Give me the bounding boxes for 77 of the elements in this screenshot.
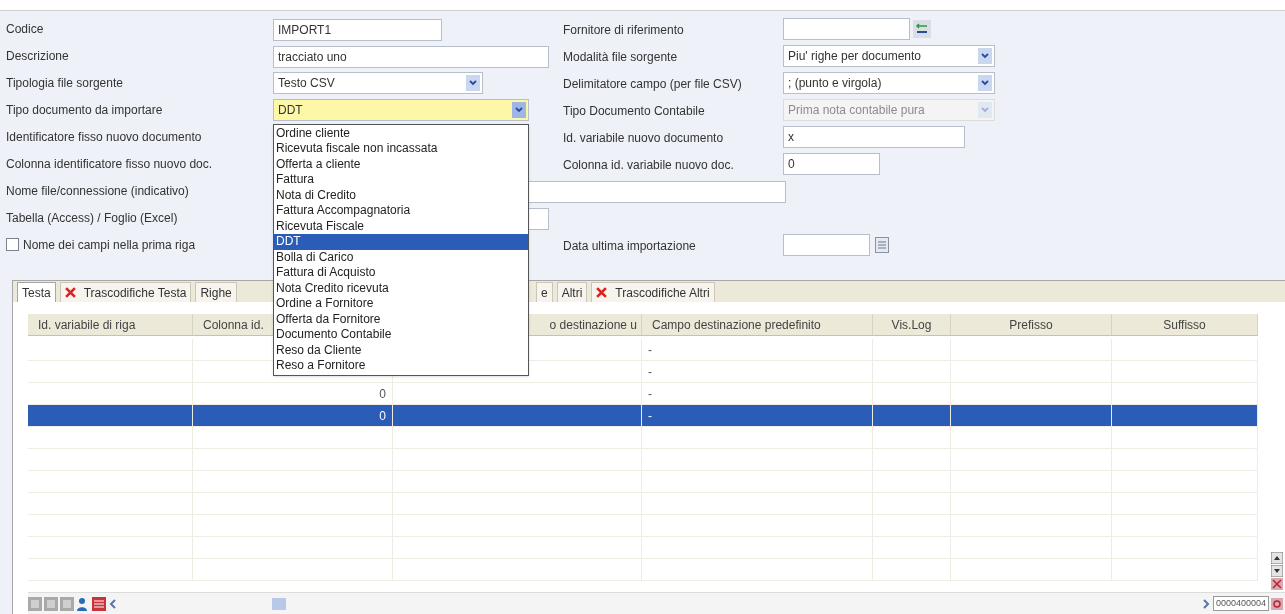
checkbox[interactable]	[6, 238, 19, 251]
list-icon[interactable]	[92, 596, 106, 611]
dropdown-option[interactable]: Reso da Cliente	[274, 342, 528, 358]
person-icon[interactable]	[76, 596, 90, 611]
dropdown-option[interactable]: Nota di Credito	[274, 187, 528, 203]
field-label: Delimitatore campo (per file CSV)	[563, 76, 742, 91]
column-header[interactable]: o destinazione u	[549, 315, 637, 334]
select-field[interactable]: Testo CSV	[273, 71, 483, 94]
dropdown-option[interactable]: Ricevuta Fiscale	[274, 218, 528, 234]
field-label: Colonna identificatore fisso nuovo doc.	[6, 155, 213, 173]
date-field[interactable]	[783, 233, 870, 256]
select-field[interactable]: DDT	[273, 98, 529, 121]
scroll-down-icon[interactable]	[1271, 565, 1283, 577]
select-field[interactable]: ; (punto e virgola)	[783, 71, 995, 94]
field-label: Tipo documento da importare	[6, 101, 163, 119]
calendar-icon[interactable]	[875, 236, 889, 253]
dropdown-option[interactable]: Ricevuta fiscale non incassata	[274, 141, 528, 157]
field-label: Tipo Documento Contabile	[563, 103, 705, 118]
dropdown-option[interactable]: Ordine a Fornitore	[274, 296, 528, 312]
dropdown-option[interactable]: Nota Credito ricevuta	[274, 280, 528, 296]
field-label: Nome file/connessione (indicativo)	[6, 182, 189, 200]
text-field[interactable]: tracciato uno	[273, 45, 549, 68]
dropdown-option[interactable]: Bolla di Carico	[274, 249, 528, 265]
tab[interactable]: e	[536, 282, 553, 302]
tab[interactable]: Trascodifiche Altri	[591, 282, 715, 302]
text-field[interactable]: x	[783, 125, 965, 148]
table-cell-text: -	[648, 363, 652, 381]
field-label: Nome dei campi nella prima riga	[23, 236, 196, 254]
scroll-thumb-icon[interactable]	[272, 597, 286, 610]
column-header[interactable]: Vis.Log	[891, 315, 932, 334]
dropdown-option[interactable]: Ordine cliente	[274, 125, 528, 141]
table-cell-text: -	[648, 385, 652, 403]
dropdown-option[interactable]: Fattura	[274, 172, 528, 188]
dropdown-option[interactable]: Fattura di Acquisto	[274, 265, 528, 281]
column-header[interactable]: Campo destinazione predefinito	[652, 315, 821, 334]
tab[interactable]: Testa	[17, 282, 56, 302]
column-header[interactable]: Prefisso	[1009, 315, 1053, 334]
dropdown-option[interactable]: DDT	[274, 234, 528, 250]
toolbar-icon[interactable]	[28, 596, 42, 611]
field-label: Fornitore di riferimento	[563, 22, 684, 37]
scroll-left-icon[interactable]	[108, 597, 118, 610]
table-cell-text: 0	[379, 385, 386, 403]
toolbar-icon[interactable]	[44, 596, 58, 611]
close-icon	[596, 287, 608, 298]
column-header[interactable]: Suffisso	[1163, 315, 1206, 334]
text-field[interactable]: IMPORT1	[273, 18, 442, 41]
text-field[interactable]: 0	[783, 152, 880, 175]
scroll-up-icon[interactable]	[1271, 552, 1283, 564]
close-icon	[64, 287, 76, 298]
scroll-right-icon[interactable]	[1200, 597, 1211, 610]
tab[interactable]: Trascodifiche Testa	[59, 282, 192, 302]
record-number-field[interactable]: 0000400004	[1212, 595, 1269, 612]
field-label: Descrizione	[6, 47, 69, 65]
tab[interactable]: Altri	[556, 282, 588, 302]
dropdown-option[interactable]: Fattura Accompagnatoria	[274, 203, 528, 219]
field-label: Id. variabile nuovo documento	[563, 130, 724, 145]
table-cell-text: -	[648, 407, 652, 425]
column-header[interactable]: Colonna id.	[203, 315, 264, 334]
dropdown-option[interactable]: Reso a Fornitore	[274, 358, 528, 374]
field-label: Data ultima importazione	[563, 238, 696, 253]
tab[interactable]: Righe	[195, 282, 237, 302]
field-label: Modalità file sorgente	[563, 49, 678, 64]
dropdown-option[interactable]: Offerta da Fornitore	[274, 311, 528, 327]
table-cell-text: 0	[379, 407, 386, 425]
table-cell-text: -	[648, 341, 652, 359]
field-label: Tipologia file sorgente	[6, 74, 123, 92]
toolbar-icon[interactable]	[60, 596, 74, 611]
table-row[interactable]: 0 -	[28, 405, 1258, 427]
column-header[interactable]: Id. variabile di riga	[38, 315, 136, 334]
field-label: Tabella (Access) / Foglio (Excel)	[6, 209, 178, 227]
field-label: Codice	[6, 20, 44, 38]
field-label: Identificatore fisso nuovo documento	[6, 128, 202, 146]
dropdown-option[interactable]: Offerta a cliente	[274, 156, 528, 172]
lookup-icon[interactable]	[913, 19, 931, 38]
select-field[interactable]: Piu' righe per documento	[783, 44, 995, 67]
text-field[interactable]	[783, 17, 910, 40]
field-label: Colonna id. variabile nuovo doc.	[563, 157, 734, 172]
